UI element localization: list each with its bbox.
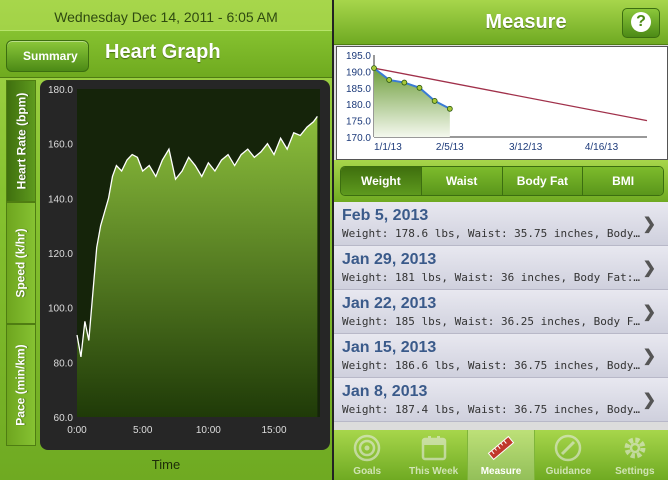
list-item[interactable]: Jan 29, 2013 Weight: 181 lbs, Waist: 36 … <box>334 246 668 290</box>
weight-point <box>386 77 393 83</box>
measure-segment-bar: Weight Waist Body Fat BMI <box>334 160 668 202</box>
entry-date: Jan 22, 2013 <box>342 295 437 312</box>
entry-summary: Weight: 186.6 lbs, Waist: 36.75 inches, … <box>342 359 644 372</box>
help-button[interactable]: ? <box>622 8 660 38</box>
tab-pace[interactable]: Pace (min/km) <box>6 324 36 446</box>
tab-guidance-label: Guidance <box>545 466 592 477</box>
x-tick-label: 1/1/13 <box>374 142 402 153</box>
y-tick-label: 180.0 <box>346 100 371 111</box>
list-item[interactable]: Feb 5, 2013 Weight: 178.6 lbs, Waist: 35… <box>334 202 668 246</box>
y-tick-label: 80.0 <box>54 358 74 369</box>
calendar-icon <box>421 436 446 461</box>
heart-graph-panel: Wednesday Dec 14, 2011 - 6:05 AM Summary… <box>0 0 332 480</box>
x-tick-label: 5:00 <box>133 425 153 436</box>
tab-settings[interactable]: Settings <box>602 430 668 480</box>
entry-summary: Weight: 187.4 lbs, Waist: 36.75 inches, … <box>342 403 644 416</box>
y-tick-label: 140.0 <box>48 194 73 205</box>
y-tick-label: 160.0 <box>48 140 73 151</box>
x-tick-label: 15:00 <box>262 425 287 436</box>
segment-weight[interactable]: Weight <box>341 167 421 195</box>
tab-heart-rate-label: Heart Rate (bpm) <box>14 92 28 190</box>
ruler-icon <box>487 435 515 461</box>
page-title: Measure <box>485 11 567 33</box>
metric-tabs: Heart Rate (bpm) Speed (k/hr) Pace (min/… <box>6 80 36 452</box>
y-tick-label: 180.0 <box>48 85 73 96</box>
tab-settings-label: Settings <box>615 466 655 477</box>
page-title: Heart Graph <box>105 41 221 63</box>
tab-speed-label: Speed (k/hr) <box>14 228 29 298</box>
y-tick-label: 195.0 <box>346 51 371 62</box>
chevron-right-icon: ❯ <box>642 304 656 321</box>
entry-summary: Weight: 185 lbs, Waist: 36.25 inches, Bo… <box>342 315 644 328</box>
chevron-right-icon: ❯ <box>642 392 656 409</box>
x-tick-label: 3/12/13 <box>509 142 543 153</box>
tab-goals[interactable]: Goals <box>334 430 400 480</box>
weight-point <box>371 65 377 72</box>
entry-date: Feb 5, 2013 <box>342 207 429 224</box>
entry-date: Jan 29, 2013 <box>342 251 437 268</box>
gear-icon <box>624 437 646 459</box>
x-tick-label: 10:00 <box>196 425 221 436</box>
heart-rate-chart: 60.0 80.0 100.0 120.0 140.0 160.0 180.0 0:00 5:0… <box>48 85 320 436</box>
weight-point <box>416 84 423 91</box>
y-tick-label: 170.0 <box>346 133 371 144</box>
measure-segmented-control: Weight Waist Body Fat BMI <box>340 166 664 196</box>
target-icon <box>353 434 381 462</box>
tab-pace-label: Pace (min/km) <box>14 344 28 426</box>
weight-point <box>431 98 438 104</box>
entry-summary: Weight: 181 lbs, Waist: 36 inches, Body … <box>342 271 644 284</box>
compass-icon <box>555 434 582 462</box>
measurement-list: Feb 5, 2013 Weight: 178.6 lbs, Waist: 35… <box>334 202 668 430</box>
bottom-tab-bar: Goals This Week Measure Guidance Setting… <box>334 430 668 480</box>
segment-body-fat[interactable]: Body Fat <box>501 167 583 195</box>
y-tick-label: 100.0 <box>48 304 73 315</box>
y-tick-label: 190.0 <box>346 67 371 78</box>
chevron-right-icon: ❯ <box>642 348 656 365</box>
entry-date: Jan 8, 2013 <box>342 383 428 400</box>
list-item[interactable]: Jan 8, 2013 Weight: 187.4 lbs, Waist: 36… <box>334 378 668 422</box>
chevron-right-icon: ❯ <box>642 260 656 277</box>
weight-point <box>401 79 408 86</box>
chevron-right-icon: ❯ <box>642 216 656 233</box>
summary-back-label: Summary <box>23 49 78 63</box>
weight-point <box>446 105 453 112</box>
segment-bmi[interactable]: BMI <box>582 167 663 195</box>
heart-graph: 60.0 80.0 100.0 120.0 140.0 160.0 180.0 0:00 5:0… <box>40 80 330 450</box>
list-item[interactable]: Jan 22, 2013 Weight: 185 lbs, Waist: 36.… <box>334 290 668 334</box>
measure-navbar: Measure ? <box>334 0 668 45</box>
tab-measure[interactable]: Measure <box>466 430 536 480</box>
y-tick-label: 120.0 <box>48 249 73 260</box>
x-tick-label: 4/16/13 <box>585 142 619 153</box>
tab-goals-label: Goals <box>353 466 382 477</box>
y-tick-label: 185.0 <box>346 84 371 95</box>
x-tick-label: 0:00 <box>67 425 87 436</box>
x-tick-label: 2/5/13 <box>436 142 464 153</box>
y-tick-label: 60.0 <box>54 413 74 424</box>
segment-waist[interactable]: Waist <box>420 167 502 195</box>
tab-speed[interactable]: Speed (k/hr) <box>6 202 36 324</box>
measure-panel: Measure ? 170.0 175.0 180.0 185.0 190.0 195.0… <box>334 0 668 480</box>
tab-this-week-label: This Week <box>408 466 459 477</box>
weight-chart: 170.0 175.0 180.0 185.0 190.0 195.0 1/1/13 2/5/… <box>336 46 668 160</box>
tab-guidance[interactable]: Guidance <box>535 430 601 480</box>
tab-heart-rate[interactable]: Heart Rate (bpm) <box>6 80 36 202</box>
tab-this-week[interactable]: This Week <box>400 430 466 480</box>
y-tick-label: 175.0 <box>346 117 371 128</box>
list-item[interactable]: Jan 15, 2013 Weight: 186.6 lbs, Waist: 3… <box>334 334 668 378</box>
entry-summary: Weight: 178.6 lbs, Waist: 35.75 inches, … <box>342 227 644 240</box>
x-axis-title: Time <box>151 457 181 472</box>
workout-date: Wednesday Dec 14, 2011 - 6:05 AM <box>54 9 278 25</box>
summary-back-button[interactable]: Summary <box>6 40 89 72</box>
weight-trend-chart: 170.0 175.0 180.0 185.0 190.0 195.0 1/1/13 2/5/… <box>346 51 648 153</box>
tab-measure-label: Measure <box>480 466 522 477</box>
entry-date: Jan 15, 2013 <box>342 339 437 356</box>
help-icon: ? <box>631 12 651 32</box>
